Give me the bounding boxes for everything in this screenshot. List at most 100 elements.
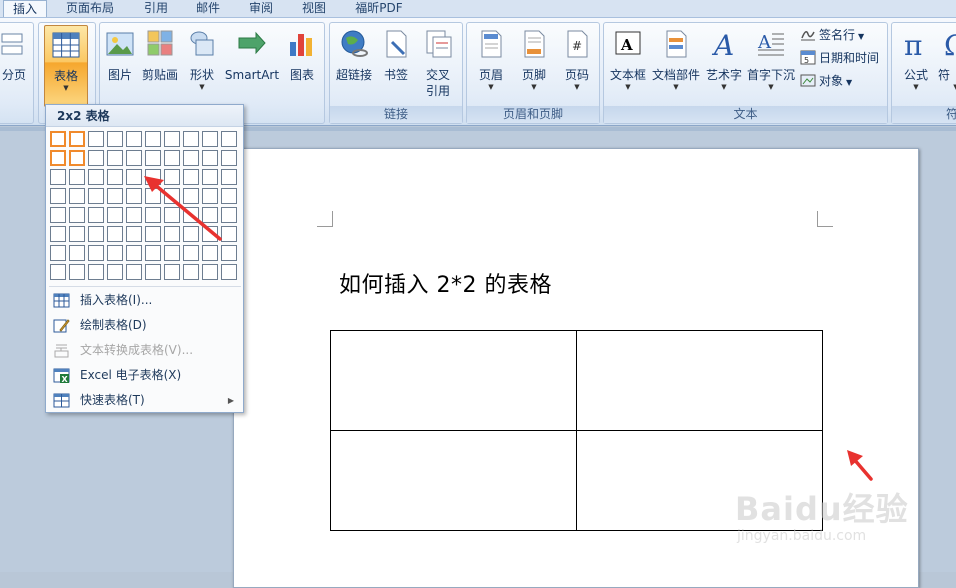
bookmark-icon [386,30,407,58]
object-button[interactable]: 对象 ▼ [800,72,852,91]
textbox-button[interactable]: A 文本框 ▼ [606,25,650,101]
table-grid-cell[interactable] [183,150,199,166]
table-grid-cell[interactable] [88,245,104,261]
table-grid-cell[interactable] [126,150,142,166]
excel-icon: X [53,368,70,384]
tab-references[interactable]: 引用 [138,0,174,17]
table-grid-cell[interactable] [145,245,161,261]
table-grid-cell[interactable] [126,245,142,261]
tab-foxit-pdf[interactable]: 福昕PDF [350,0,408,17]
table-grid-cell[interactable] [88,150,104,166]
table-grid-cell[interactable] [126,131,142,147]
table-grid-cell[interactable] [164,245,180,261]
page-number-button[interactable]: # 页码 ▼ [557,25,597,101]
symbol-button[interactable]: Ω 符 ▼ [938,25,956,101]
table-grid-cell[interactable] [107,169,123,185]
margin-corner-mark [317,211,333,227]
table-grid-cell[interactable] [202,245,218,261]
pencil-icon [53,319,70,333]
tab-mailings[interactable]: 邮件 [190,0,226,17]
table-grid-cell[interactable] [107,226,123,242]
table-grid-cell[interactable] [202,131,218,147]
table-grid-cell[interactable] [69,264,85,280]
table-grid-cell[interactable] [50,131,66,147]
table-grid-cell[interactable] [69,150,85,166]
table-grid-cell[interactable] [183,131,199,147]
table-grid-cell[interactable] [183,264,199,280]
tab-review[interactable]: 审阅 [243,0,279,17]
menu-excel-spreadsheet[interactable]: X Excel 电子表格(X) [47,363,242,388]
table-grid-cell[interactable] [69,188,85,204]
table-grid-cell[interactable] [69,245,85,261]
chevron-down-icon: ▼ [574,83,580,91]
table-grid-cell[interactable] [50,245,66,261]
table-grid-cell[interactable] [69,226,85,242]
table-grid-cell[interactable] [221,245,237,261]
table-cell[interactable] [330,330,577,431]
smartart-button[interactable]: SmartArt [225,25,279,101]
table-grid-cell[interactable] [164,264,180,280]
svg-text:#: # [572,39,582,53]
shapes-button[interactable]: 形状 ▼ [184,25,220,101]
table-grid-cell[interactable] [221,131,237,147]
header-button[interactable]: 页眉 ▼ [471,25,511,101]
table-grid-cell[interactable] [145,131,161,147]
menu-quick-tables[interactable]: 快速表格(T) ▶ [47,388,242,413]
clipart-button[interactable]: 剪贴画 [140,25,180,101]
table-grid-cell[interactable] [88,264,104,280]
table-grid-cell[interactable] [50,226,66,242]
table-grid-cell[interactable] [126,264,142,280]
tab-insert[interactable]: 插入 [3,0,47,17]
table-grid-cell[interactable] [69,169,85,185]
wordart-button[interactable]: A 艺术字 ▼ [702,25,746,101]
table-grid-cell[interactable] [202,150,218,166]
signature-line-button[interactable]: 签名行 ▼ [800,26,864,45]
table-grid-cell[interactable] [107,245,123,261]
group-label-symbols: 符 [892,106,956,123]
chart-button[interactable]: 图表 [284,25,320,101]
table-grid-cell[interactable] [88,207,104,223]
picture-button[interactable]: 图片 [102,25,138,101]
tab-page-layout[interactable]: 页面布局 [60,0,120,17]
table-grid-cell[interactable] [50,188,66,204]
table-grid-cell[interactable] [221,150,237,166]
table-grid-cell[interactable] [69,207,85,223]
table-grid-cell[interactable] [183,245,199,261]
table-button[interactable]: 表格 ▼ [44,25,88,107]
table-grid-cell[interactable] [88,188,104,204]
table-grid-cell[interactable] [50,207,66,223]
table-grid-cell[interactable] [107,150,123,166]
table-grid-cell[interactable] [107,188,123,204]
drop-cap-button[interactable]: A 首字下沉 ▼ [747,25,795,101]
table-grid-cell[interactable] [145,150,161,166]
table-grid-cell[interactable] [88,131,104,147]
table-grid-cell[interactable] [164,131,180,147]
menu-insert-table[interactable]: 插入表格(I)... [47,288,242,313]
table-grid-cell[interactable] [107,264,123,280]
bookmark-button[interactable]: 书签 [378,25,414,101]
chevron-down-icon: ▼ [858,32,865,41]
table-grid-cell[interactable] [107,207,123,223]
table-grid-cell[interactable] [88,169,104,185]
table-grid-cell[interactable] [50,150,66,166]
table-grid-cell[interactable] [50,264,66,280]
table-cell[interactable] [576,330,823,431]
footer-button[interactable]: 页脚 ▼ [514,25,554,101]
table-grid-cell[interactable] [164,150,180,166]
table-grid-cell[interactable] [202,264,218,280]
table-grid-cell[interactable] [88,226,104,242]
page-break-button[interactable]: 分页 [0,25,29,101]
table-grid-cell[interactable] [221,264,237,280]
cross-reference-button[interactable]: 交叉 引用 [418,25,458,101]
date-time-button[interactable]: 5 日期和时间 [800,49,879,68]
table-grid-cell[interactable] [69,131,85,147]
table-grid-cell[interactable] [50,169,66,185]
table-cell[interactable] [330,430,577,531]
menu-draw-table[interactable]: 绘制表格(D) [47,313,242,338]
table-grid-cell[interactable] [145,264,161,280]
table-grid-cell[interactable] [107,131,123,147]
quick-parts-button[interactable]: 文档部件 ▼ [652,25,700,101]
tab-view[interactable]: 视图 [296,0,332,17]
equation-button[interactable]: π 公式 ▼ [896,25,936,101]
hyperlink-button[interactable]: 超链接 [334,25,374,101]
